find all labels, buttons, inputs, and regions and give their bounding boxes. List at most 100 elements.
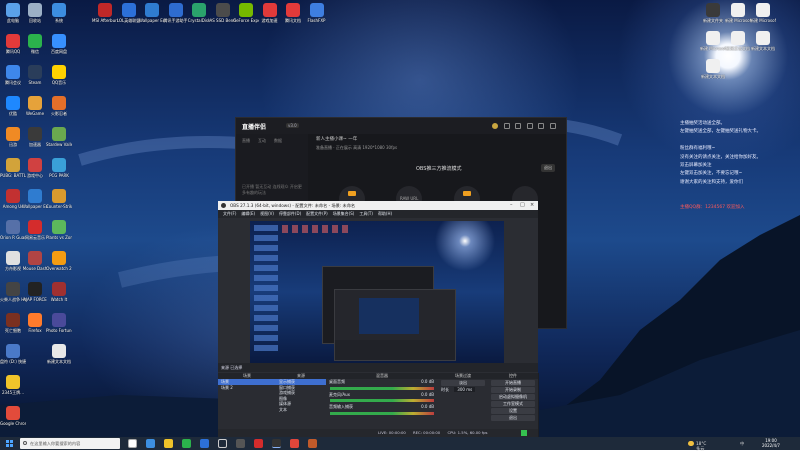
desktop-icon-label: 新建文件夹 — [703, 18, 723, 23]
desktop-icon[interactable]: 新建文件夹 — [700, 3, 726, 23]
control-button[interactable]: 退出 — [491, 415, 535, 421]
windows-start-icon[interactable] — [6, 440, 13, 447]
desktop-icon-label: QQ音乐 — [51, 80, 67, 85]
desktop-icon[interactable]: 新建 Microsoft Word 文档 — [725, 3, 751, 23]
control-button[interactable]: 开始录制 — [491, 387, 535, 393]
qq-icon[interactable] — [200, 439, 209, 448]
maximize-icon[interactable]: □ — [520, 201, 525, 210]
close-icon[interactable]: × — [530, 201, 534, 210]
desktop-icon[interactable]: GeForce Experience — [233, 3, 259, 23]
obs-preview[interactable] — [250, 221, 504, 363]
desktop-icon[interactable]: PCG PARK — [46, 158, 72, 178]
avatar[interactable] — [492, 123, 499, 129]
control-button[interactable]: 启动虚拟摄像机 — [491, 394, 535, 400]
desktop-icon[interactable]: 新建 Microsoft Word 文档 — [700, 31, 726, 51]
desktop-icon[interactable]: MSI Afterburner — [92, 3, 118, 23]
control-button[interactable]: 设置 — [491, 408, 535, 414]
desktop-icon[interactable]: Steam — [22, 65, 48, 85]
desktop-icon[interactable]: Watch It — [46, 282, 72, 302]
desktop-icon[interactable]: 新建 Microsoft Word 文档 — [750, 3, 776, 23]
desktop-icon[interactable]: 网易云音乐 — [22, 220, 48, 240]
settings-icon[interactable] — [503, 123, 510, 129]
edge-icon[interactable] — [146, 439, 155, 448]
taskbar-clock[interactable]: 19:00 2022/4/7 — [762, 438, 780, 448]
desktop-icon[interactable]: Plants vs Zombies — [46, 220, 72, 240]
desktop-icon[interactable]: 腾讯手游助手 — [163, 3, 189, 23]
desktop-icon[interactable]: 新建文本文档 — [700, 59, 726, 79]
desktop-icon[interactable]: 游戏加速 — [257, 3, 283, 23]
minimize-icon[interactable] — [526, 123, 533, 129]
desktop-icon[interactable]: AS SSD Benchmark — [210, 3, 236, 23]
message-icon[interactable] — [515, 123, 522, 129]
obs-menu-item[interactable]: 场景集合(S) — [333, 211, 355, 216]
desktop-icon[interactable]: Stardew Valley — [46, 127, 72, 147]
desktop-icon[interactable]: 回收站 — [22, 3, 48, 23]
volume-meter[interactable] — [330, 399, 434, 402]
app-icon[interactable] — [308, 439, 317, 448]
live-side-tab[interactable]: 直播 — [242, 138, 250, 143]
desktop-icon[interactable]: 微信 — [22, 34, 48, 54]
obs-menu-item[interactable]: 停靠部件(D) — [279, 211, 301, 216]
control-button[interactable]: 工作室模式 — [491, 401, 535, 407]
obs-menu-item[interactable]: 配置文件(P) — [306, 211, 328, 216]
transition-duration[interactable]: 时长 300 ms — [438, 387, 488, 393]
obs-taskbar-icon[interactable] — [272, 439, 281, 448]
live-side-tab[interactable]: 数据 — [274, 138, 282, 143]
weather-text[interactable]: 18°C 多云 — [696, 441, 706, 452]
desktop-icon[interactable]: Google Chrome — [0, 406, 26, 426]
wechat-icon[interactable] — [182, 439, 191, 448]
desktop-icon[interactable]: 系统 — [46, 3, 72, 23]
music-icon[interactable] — [254, 439, 263, 448]
app-icon[interactable] — [236, 439, 245, 448]
desktop-icon[interactable]: Overwatch 2 — [46, 251, 72, 271]
close-icon[interactable] — [550, 123, 556, 129]
file-explorer-icon[interactable] — [164, 439, 173, 448]
desktop-icon[interactable]: 游戏中心 — [22, 158, 48, 178]
desktop-icon[interactable]: Wallpaper Engine — [139, 3, 165, 23]
list-item[interactable]: 文本 — [276, 407, 326, 413]
taskbar-search[interactable]: 在这里输入你要搜索的内容 — [20, 438, 120, 449]
list-item[interactable]: 场景 2 — [218, 385, 276, 391]
desktop-icon[interactable]: 新建文本文档 — [750, 31, 776, 51]
obs-menu-item[interactable]: 帮助(H) — [378, 211, 392, 216]
obs-window[interactable]: OBS 27.1.3 (64-bit, windows) - 配置文件: 未命名… — [218, 201, 539, 437]
obs-menu-item[interactable]: 工具(T) — [359, 211, 373, 216]
desktop-icon[interactable]: Mouse Dash — [22, 251, 48, 271]
desktop-icon[interactable]: Counter-Strike 2 Global Off — [46, 189, 72, 209]
desktop-icon[interactable]: 2345王牌... — [0, 375, 26, 395]
desktop-icon[interactable]: Firefox — [22, 313, 48, 333]
control-button[interactable]: 开始直播 — [491, 380, 535, 386]
live-side-tab[interactable]: 互动 — [258, 138, 266, 143]
task-view-icon[interactable] — [128, 439, 137, 448]
exit-mode-button[interactable]: 退出 — [541, 164, 555, 172]
volume-meter[interactable] — [330, 386, 434, 390]
steam-icon[interactable] — [218, 439, 227, 448]
desktop-icon[interactable]: Photo Fortune ... — [46, 313, 72, 333]
desktop-icon[interactable]: 盘符 (D:) 快捷方式 — [0, 344, 26, 364]
desktop-icon[interactable]: WeGame — [22, 96, 48, 116]
desktop-icon[interactable]: FlashFXP — [304, 3, 330, 23]
note-line: 左键双击加关注，不要忘记哦~ — [680, 171, 743, 177]
desktop-icon[interactable]: QQ音乐 — [46, 65, 72, 85]
weather-icon[interactable] — [688, 441, 694, 446]
desktop-icon[interactable]: 新建文本文档 — [46, 344, 72, 364]
transition-select[interactable]: 淡出 — [441, 380, 485, 386]
maximize-icon[interactable] — [538, 123, 545, 129]
desktop-icon[interactable]: LOL英雄联盟 — [116, 3, 142, 23]
volume-meter[interactable] — [330, 411, 434, 415]
desktop-icon[interactable]: 加速器 — [22, 127, 48, 147]
desktop-icon[interactable]: Wallpaper Engine — [22, 189, 48, 209]
live-taskbar-icon[interactable] — [290, 439, 299, 448]
input-method[interactable]: 中 — [740, 441, 744, 447]
obs-menu-item[interactable]: 文件(F) — [223, 211, 236, 216]
desktop-icon[interactable]: 新建文本文档 — [725, 31, 751, 51]
duration-label: 时长 — [441, 387, 449, 392]
desktop-icon[interactable]: AJAP FORCE — [22, 282, 48, 302]
minimize-icon[interactable]: – — [510, 201, 513, 210]
desktop-icon[interactable]: 火影忍者 — [46, 96, 72, 116]
desktop-icon[interactable]: CrystalDisk — [186, 3, 212, 23]
desktop-icon[interactable]: 腾讯文档 — [280, 3, 306, 23]
obs-menu-item[interactable]: 编辑(E) — [241, 211, 255, 216]
obs-menu-item[interactable]: 视图(V) — [260, 211, 274, 216]
desktop-icon[interactable]: 百度网盘 — [46, 34, 72, 54]
